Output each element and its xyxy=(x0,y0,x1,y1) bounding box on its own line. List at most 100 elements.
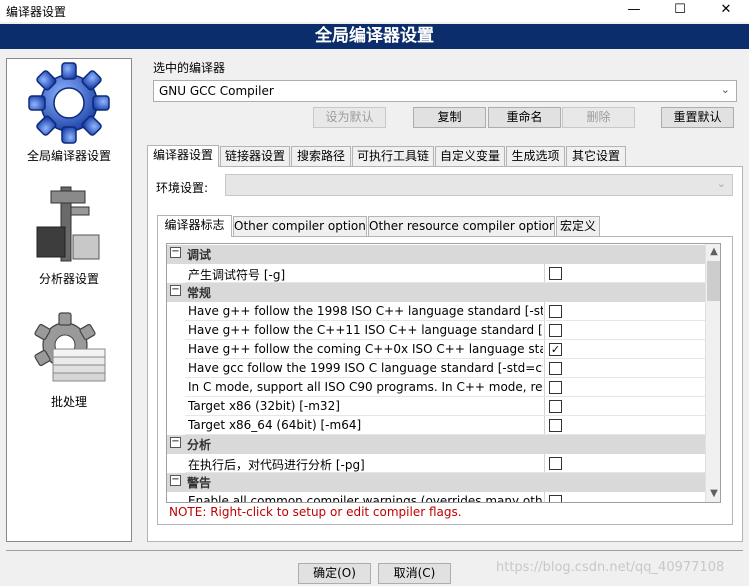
env-select[interactable]: ⌄ xyxy=(225,174,733,196)
env-label: 环境设置: xyxy=(156,181,209,195)
tab-defines[interactable]: 宏定义 xyxy=(556,216,600,236)
column-divider xyxy=(544,397,545,416)
window-title: 编译器设置 xyxy=(6,5,67,19)
column-divider xyxy=(544,264,545,283)
tab-other-resource-compiler-options[interactable]: Other resource compiler options xyxy=(368,216,555,236)
caliper-icon xyxy=(36,186,100,262)
category-name: 分析 xyxy=(187,438,212,452)
column-divider xyxy=(544,340,545,359)
column-divider xyxy=(544,416,545,435)
category-row-debug[interactable]: − 调试 xyxy=(167,245,705,264)
flag-row[interactable]: Target x86_64 (64bit) [-m64] xyxy=(167,416,705,435)
tab-compiler-flags[interactable]: 编译器标志 xyxy=(157,215,232,237)
flag-checkbox[interactable] xyxy=(549,267,562,280)
flag-checkbox[interactable] xyxy=(549,381,562,394)
copy-button[interactable]: 复制 xyxy=(413,107,486,128)
tab-toolchain[interactable]: 可执行工具链 xyxy=(352,146,434,166)
flag-row[interactable]: Have gcc follow the 1999 ISO C language … xyxy=(167,359,705,378)
flag-label: Have g++ follow the C++11 ISO C++ langua… xyxy=(188,323,543,337)
chevron-down-icon: ⌄ xyxy=(720,83,730,96)
category-name: 常规 xyxy=(187,286,212,300)
flag-checkbox[interactable] xyxy=(549,362,562,375)
category-row-warnings[interactable]: − 警告 xyxy=(167,473,705,492)
vertical-scrollbar[interactable]: ▲ ▼ xyxy=(705,244,720,502)
batch-gear-icon xyxy=(34,312,106,382)
flag-row[interactable]: In C mode, support all ISO C90 programs.… xyxy=(167,378,705,397)
flag-label: Have gcc follow the 1999 ISO C language … xyxy=(188,361,543,375)
ok-button[interactable]: 确定(O) xyxy=(298,563,371,584)
collapse-icon[interactable]: − xyxy=(170,285,181,296)
collapse-icon[interactable]: − xyxy=(170,475,181,486)
category-row-profiling[interactable]: − 分析 xyxy=(167,435,705,454)
scroll-up-icon[interactable]: ▲ xyxy=(706,244,720,260)
flag-row[interactable]: Enable all common compiler warnings (ove… xyxy=(167,492,705,503)
flag-row[interactable]: Have g++ follow the 1998 ISO C++ languag… xyxy=(167,302,705,321)
column-divider xyxy=(544,359,545,378)
flag-label: Enable all common compiler warnings (ove… xyxy=(188,494,543,503)
set-default-button[interactable]: 设为默认 xyxy=(313,107,386,128)
tab-build-options[interactable]: 生成选项 xyxy=(506,146,565,166)
flag-row[interactable]: Target x86 (32bit) [-m32] xyxy=(167,397,705,416)
column-divider xyxy=(544,378,545,397)
tab-custom-vars[interactable]: 自定义变量 xyxy=(435,146,505,166)
scroll-down-icon[interactable]: ▼ xyxy=(706,486,720,502)
footer-divider xyxy=(6,550,743,551)
flag-row[interactable]: 产生调试符号 [-g] xyxy=(167,264,705,283)
flag-checkbox[interactable] xyxy=(549,419,562,432)
dialog-banner: 全局编译器设置 xyxy=(0,24,749,49)
gear-icon xyxy=(28,62,110,144)
compiler-select-value: GNU GCC Compiler xyxy=(159,84,274,98)
cancel-button[interactable]: 取消(C) xyxy=(378,563,451,584)
tab-linker-settings[interactable]: 链接器设置 xyxy=(220,146,290,166)
rename-button[interactable]: 重命名 xyxy=(488,107,561,128)
tab-other-compiler-options[interactable]: Other compiler options xyxy=(233,216,367,236)
close-button[interactable]: ✕ xyxy=(703,0,749,22)
flag-checkbox[interactable] xyxy=(549,324,562,337)
tab-search-dirs[interactable]: 搜索路径 xyxy=(291,146,351,166)
flag-checkbox[interactable] xyxy=(549,457,562,470)
flag-label: Target x86 (32bit) [-m32] xyxy=(188,399,340,413)
flag-label: 在执行后，对代码进行分析 [-pg] xyxy=(188,458,365,472)
tab-other-settings[interactable]: 其它设置 xyxy=(566,146,626,166)
flag-checkbox[interactable] xyxy=(549,305,562,318)
flag-label: Have g++ follow the 1998 ISO C++ languag… xyxy=(188,304,543,318)
flags-note: NOTE: Right-click to setup or edit compi… xyxy=(169,505,462,519)
flag-label: In C mode, support all ISO C90 programs.… xyxy=(188,380,543,394)
column-divider xyxy=(544,321,545,340)
category-row-general[interactable]: − 常规 xyxy=(167,283,705,302)
collapse-icon[interactable]: − xyxy=(170,437,181,448)
reset-defaults-button[interactable]: 重置默认 xyxy=(661,107,734,128)
flag-checkbox[interactable]: ✓ xyxy=(549,343,562,356)
collapse-icon[interactable]: − xyxy=(170,247,181,258)
minimize-button[interactable]: — xyxy=(611,0,657,22)
tab-compiler-settings[interactable]: 编译器设置 xyxy=(147,145,219,167)
watermark: https://blog.csdn.net/qq_40977108 xyxy=(496,560,725,575)
sidebar-item-label: 批处理 xyxy=(50,395,87,409)
flag-label: Target x86_64 (64bit) [-m64] xyxy=(188,418,362,432)
column-divider xyxy=(544,492,545,502)
scroll-thumb[interactable] xyxy=(707,261,720,301)
flag-row[interactable]: 在执行后，对代码进行分析 [-pg] xyxy=(167,454,705,473)
flag-row[interactable]: Have g++ follow the C++11 ISO C++ langua… xyxy=(167,321,705,340)
settings-category-list: 全局编译器设置 分析器设置 批处理 xyxy=(6,58,132,542)
flag-checkbox[interactable] xyxy=(549,495,562,502)
column-divider xyxy=(544,302,545,321)
main-tab-bar: 编译器设置 链接器设置 搜索路径 可执行工具链 自定义变量 生成选项 其它设置 xyxy=(147,145,743,167)
flag-checkbox[interactable] xyxy=(549,400,562,413)
category-name: 警告 xyxy=(187,476,212,490)
sidebar-item-label: 分析器设置 xyxy=(38,272,99,286)
category-name: 调试 xyxy=(187,248,212,262)
delete-button[interactable]: 删除 xyxy=(562,107,635,128)
compiler-select[interactable]: GNU GCC Compiler ⌄ xyxy=(153,80,737,102)
flag-row[interactable]: Have g++ follow the coming C++0x ISO C++… xyxy=(167,340,705,359)
flag-label: 产生调试符号 [-g] xyxy=(188,268,286,282)
sub-tab-bar: 编译器标志 Other compiler options Other resou… xyxy=(157,215,733,237)
flag-label: Have g++ follow the coming C++0x ISO C++… xyxy=(188,342,543,356)
maximize-button[interactable]: ☐ xyxy=(657,0,703,22)
sidebar-item-label: 全局编译器设置 xyxy=(26,149,111,163)
chevron-down-icon: ⌄ xyxy=(716,177,726,190)
column-divider xyxy=(544,454,545,473)
selected-compiler-label: 选中的编译器 xyxy=(153,61,226,75)
title-bar: 编译器设置 — ☐ ✕ xyxy=(0,0,749,22)
compiler-flags-grid: − 调试 产生调试符号 [-g] − 常规 Have g++ follow th… xyxy=(166,243,721,503)
